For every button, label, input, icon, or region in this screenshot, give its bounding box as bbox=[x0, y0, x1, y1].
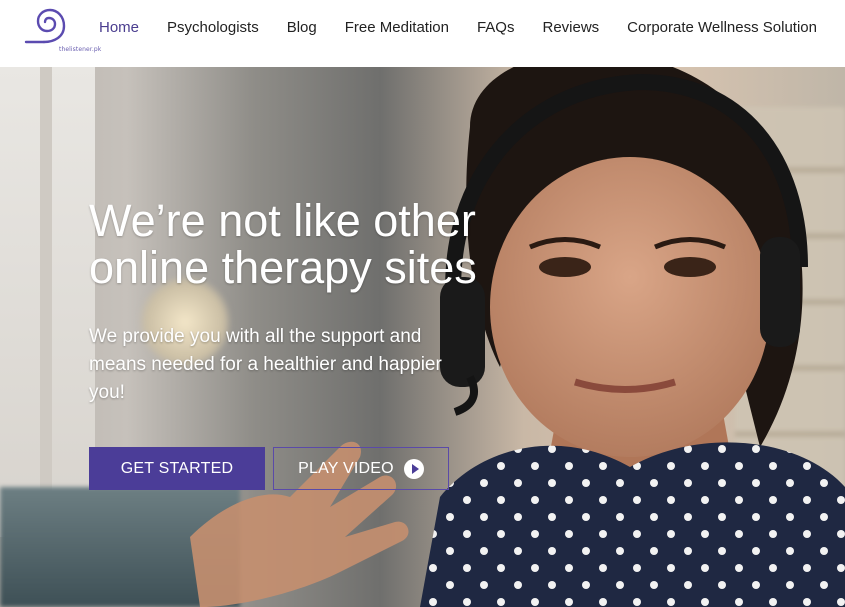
hero-section: We’re not like other online therapy site… bbox=[0, 67, 845, 607]
play-video-button[interactable]: PLAY VIDEO bbox=[273, 447, 449, 490]
main-nav: Home Psychologists Blog Free Meditation … bbox=[85, 0, 831, 54]
get-started-button[interactable]: GET STARTED bbox=[89, 447, 265, 490]
nav-item-faqs[interactable]: FAQs bbox=[463, 19, 529, 36]
hero-title: We’re not like other online therapy site… bbox=[89, 195, 477, 293]
hero-subtitle: We provide you with all the support and … bbox=[89, 326, 442, 403]
nav-item-reviews[interactable]: Reviews bbox=[528, 19, 613, 36]
get-started-label: GET STARTED bbox=[120, 459, 234, 477]
play-circle-icon bbox=[403, 458, 424, 479]
nav-item-blog[interactable]: Blog bbox=[273, 19, 331, 36]
site-logo[interactable]: thelistener.pk bbox=[24, 4, 101, 53]
nav-item-psychologists[interactable]: Psychologists bbox=[153, 19, 273, 36]
nav-item-free-meditation[interactable]: Free Meditation bbox=[331, 19, 463, 36]
spiral-logo-icon bbox=[24, 8, 66, 44]
site-header: thelistener.pk Home Psychologists Blog F… bbox=[0, 0, 845, 67]
nav-item-corporate-wellness[interactable]: Corporate Wellness Solution bbox=[613, 19, 831, 36]
play-video-label: PLAY VIDEO bbox=[298, 459, 394, 477]
nav-item-home[interactable]: Home bbox=[85, 19, 153, 36]
